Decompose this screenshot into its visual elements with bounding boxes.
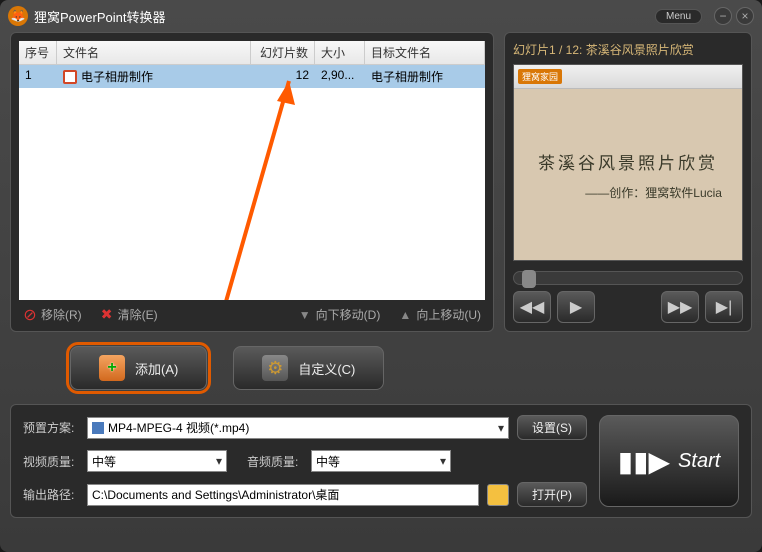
next-button[interactable]: ▶| xyxy=(705,291,743,323)
top-row: 序号 文件名 幻灯片数 大小 目标文件名 1 电子相册制作 12 2,90.. xyxy=(10,32,752,332)
col-slides[interactable]: 幻灯片数 xyxy=(251,41,315,64)
col-size[interactable]: 大小 xyxy=(315,41,365,64)
playback-controls: ◀◀ ▶ ▶▶ ▶| xyxy=(513,271,743,323)
add-button[interactable]: 添加(A) xyxy=(70,346,207,390)
audio-quality-label: 音频质量: xyxy=(247,453,303,470)
cell-target: 电子相册制作 xyxy=(365,65,485,88)
table-row[interactable]: 1 电子相册制作 12 2,90... 电子相册制作 xyxy=(19,65,485,88)
cell-size: 2,90... xyxy=(315,65,365,88)
file-toolbar: ⊘移除(R) ✖清除(E) ▼向下移动(D) ▲向上移动(U) xyxy=(19,300,485,323)
cell-number: 1 xyxy=(19,65,57,88)
preview-panel: 幻灯片1 / 12: 茶溪谷风景照片欣赏 狸窝家园 茶溪谷风景照片欣赏 ——创作… xyxy=(504,32,752,332)
video-quality-label: 视频质量: xyxy=(23,453,79,470)
arrow-up-icon: ▲ xyxy=(398,308,412,322)
browse-folder-button[interactable] xyxy=(487,484,509,506)
preview-image: 狸窝家园 茶溪谷风景照片欣赏 ——创作：狸窝软件Lucia xyxy=(513,64,743,261)
window-title: 狸窝PowerPoint转换器 xyxy=(34,7,655,26)
titlebar: 🦊 狸窝PowerPoint转换器 Menu − × xyxy=(0,0,762,32)
cell-filename: 电子相册制作 xyxy=(57,65,251,88)
preview-banner: 狸窝家园 xyxy=(514,65,742,89)
seek-thumb[interactable] xyxy=(522,270,536,288)
output-path-input[interactable]: C:\Documents and Settings\Administrator\… xyxy=(87,484,479,506)
add-icon xyxy=(99,355,125,381)
output-path-label: 输出路径: xyxy=(23,486,79,503)
col-number[interactable]: 序号 xyxy=(19,41,57,64)
app-logo-icon: 🦊 xyxy=(8,6,28,26)
file-table: 序号 文件名 幻灯片数 大小 目标文件名 1 电子相册制作 12 2,90.. xyxy=(19,41,485,300)
action-row: 添加(A) 自定义(C) xyxy=(10,340,752,396)
close-button[interactable]: × xyxy=(736,7,754,25)
settings-col: 预置方案: MP4-MPEG-4 视频(*.mp4) 设置(S) 视频质量: 中… xyxy=(23,415,587,507)
minimize-button[interactable]: − xyxy=(714,7,732,25)
seek-bar[interactable] xyxy=(513,271,743,285)
preview-sub-text: ——创作：狸窝软件Lucia xyxy=(585,184,722,201)
preview-main-text: 茶溪谷风景照片欣赏 xyxy=(538,149,718,174)
settings-button[interactable]: 设置(S) xyxy=(517,415,587,440)
customize-button[interactable]: 自定义(C) xyxy=(233,346,384,390)
play-button[interactable]: ▶ xyxy=(557,291,595,323)
preset-select[interactable]: MP4-MPEG-4 视频(*.mp4) xyxy=(87,417,509,439)
move-up-button[interactable]: ▲向上移动(U) xyxy=(398,306,481,323)
preset-label: 预置方案: xyxy=(23,419,79,436)
cell-slides: 12 xyxy=(251,65,315,88)
remove-icon: ⊘ xyxy=(23,308,37,322)
menu-button[interactable]: Menu xyxy=(655,9,702,24)
col-target[interactable]: 目标文件名 xyxy=(365,41,485,64)
mp4-icon xyxy=(92,422,104,434)
move-down-button[interactable]: ▼向下移动(D) xyxy=(298,306,381,323)
remove-button[interactable]: ⊘移除(R) xyxy=(23,306,82,323)
start-icon: ▮▮▶ xyxy=(618,445,670,478)
table-header: 序号 文件名 幻灯片数 大小 目标文件名 xyxy=(19,41,485,65)
content: 序号 文件名 幻灯片数 大小 目标文件名 1 电子相册制作 12 2,90.. xyxy=(0,32,762,552)
app-window: 🦊 狸窝PowerPoint转换器 Menu − × 序号 文件名 幻灯片数 大… xyxy=(0,0,762,552)
powerpoint-icon xyxy=(63,70,77,84)
annotation-arrow-icon xyxy=(199,61,319,300)
prev-button[interactable]: ◀◀ xyxy=(513,291,551,323)
audio-quality-select[interactable]: 中等 xyxy=(311,450,451,472)
preview-body: 茶溪谷风景照片欣赏 ——创作：狸窝软件Lucia xyxy=(514,89,742,260)
video-quality-select[interactable]: 中等 xyxy=(87,450,227,472)
start-button[interactable]: ▮▮▶ Start xyxy=(599,415,739,507)
preview-title: 幻灯片1 / 12: 茶溪谷风景照片欣赏 xyxy=(513,41,743,58)
file-list-panel: 序号 文件名 幻灯片数 大小 目标文件名 1 电子相册制作 12 2,90.. xyxy=(10,32,494,332)
col-filename[interactable]: 文件名 xyxy=(57,41,251,64)
clear-button[interactable]: ✖清除(E) xyxy=(100,306,158,323)
fwd-button[interactable]: ▶▶ xyxy=(661,291,699,323)
banner-logo-icon: 狸窝家园 xyxy=(518,69,562,84)
settings-panel: 预置方案: MP4-MPEG-4 视频(*.mp4) 设置(S) 视频质量: 中… xyxy=(10,404,752,518)
gear-icon xyxy=(262,355,288,381)
clear-icon: ✖ xyxy=(100,308,114,322)
open-button[interactable]: 打开(P) xyxy=(517,482,587,507)
arrow-down-icon: ▼ xyxy=(298,308,312,322)
